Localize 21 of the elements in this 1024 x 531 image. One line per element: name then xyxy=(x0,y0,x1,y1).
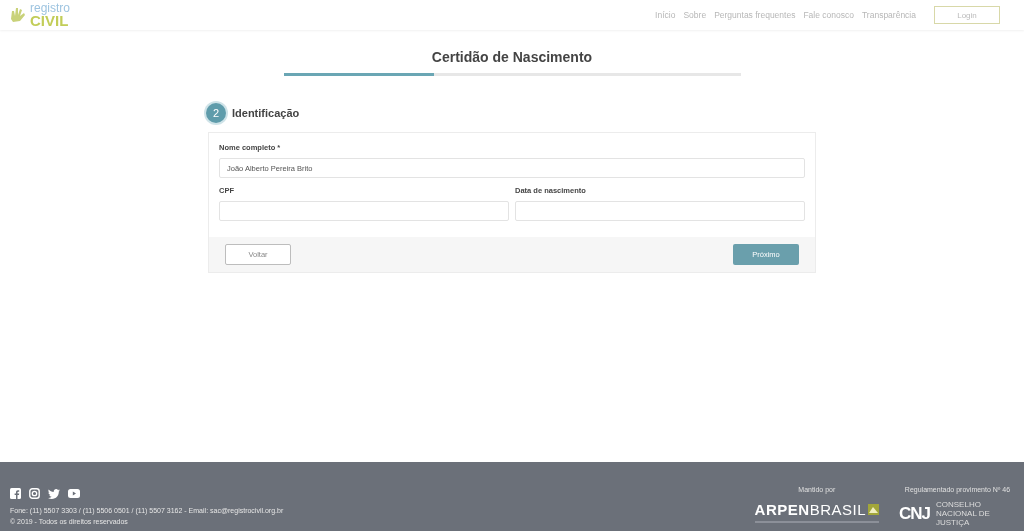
text-field[interactable] xyxy=(219,201,509,221)
text-field[interactable] xyxy=(515,201,805,221)
cnj-logo-text: CNJ xyxy=(899,504,930,525)
youtube-icon[interactable] xyxy=(68,489,80,498)
nav-link[interactable]: Fale conosco xyxy=(803,10,854,20)
arpen-logo-text: ARPENBRASIL xyxy=(754,501,866,518)
cnj-caption: CONSELHO NACIONAL DE JUSTIÇA xyxy=(936,501,991,528)
registro-civil-logo[interactable]: registro CIVIL xyxy=(8,2,70,28)
nav-link[interactable]: Perguntas frequentes xyxy=(714,10,796,20)
nav-link[interactable]: Sobre xyxy=(683,10,707,20)
login-button[interactable]: Login xyxy=(934,6,1000,24)
nav-link[interactable]: Início xyxy=(655,10,676,20)
page-title: Certidão de Nascimento xyxy=(431,49,593,65)
nav-link[interactable]: Transparência xyxy=(861,10,916,20)
mountain-icon xyxy=(868,504,879,515)
twitter-icon[interactable] xyxy=(48,488,60,499)
facebook-icon[interactable] xyxy=(10,488,21,499)
step-number: 2 xyxy=(206,103,226,123)
instagram-icon[interactable] xyxy=(29,488,40,499)
hand-icon xyxy=(8,5,28,25)
step-heading: Identificação xyxy=(232,107,300,119)
